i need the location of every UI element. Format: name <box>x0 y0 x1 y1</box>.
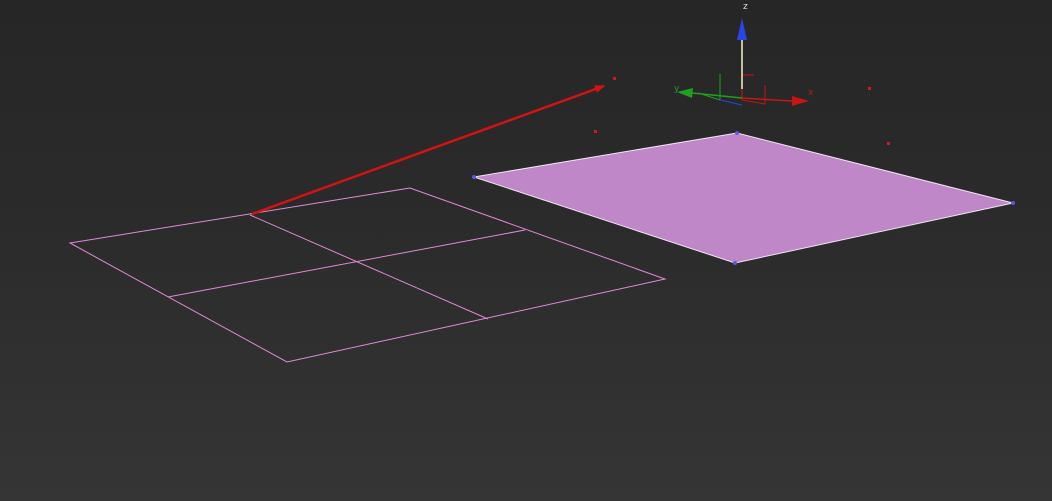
solid-plane[interactable] <box>472 131 1015 265</box>
gizmo-xy-plane-handle[interactable] <box>719 99 743 106</box>
bbox-corner-marker <box>594 130 597 133</box>
wireframe-plane-outline[interactable] <box>68 187 667 363</box>
gizmo-x-label: x <box>808 88 814 98</box>
plane-vertex[interactable] <box>735 131 739 135</box>
gizmo-z-label: z <box>743 2 748 12</box>
bbox-corner-marker <box>613 77 616 80</box>
gizmo-x-plane-line <box>741 85 766 105</box>
plane-vertex[interactable] <box>1011 201 1015 205</box>
bbox-corner-marker <box>868 87 871 90</box>
plane-vertex[interactable] <box>472 175 476 179</box>
gizmo-x-axis-line[interactable] <box>741 97 793 102</box>
gizmo-z-axis-cone[interactable] <box>737 18 747 40</box>
wireframe-plane-segment-line <box>167 229 526 298</box>
wireframe-plane-segment-line <box>249 214 489 320</box>
gizmo-y-label: y <box>674 84 680 94</box>
viewport-scene[interactable]: z x y <box>0 0 1052 501</box>
wireframe-plane[interactable] <box>68 187 667 363</box>
gizmo-xz-plane-handle[interactable] <box>741 74 754 100</box>
bbox-corner-marker <box>887 142 890 145</box>
gizmo-y-axis-cone[interactable] <box>677 88 693 98</box>
gizmo-x-axis-cone[interactable] <box>792 96 809 106</box>
transform-gizmo[interactable]: z x y <box>674 2 814 106</box>
solid-plane-face[interactable] <box>473 132 1014 264</box>
plane-vertex[interactable] <box>733 261 737 265</box>
gizmo-y-axis-line[interactable] <box>691 92 743 99</box>
3d-viewport[interactable]: z x y <box>0 0 1052 501</box>
